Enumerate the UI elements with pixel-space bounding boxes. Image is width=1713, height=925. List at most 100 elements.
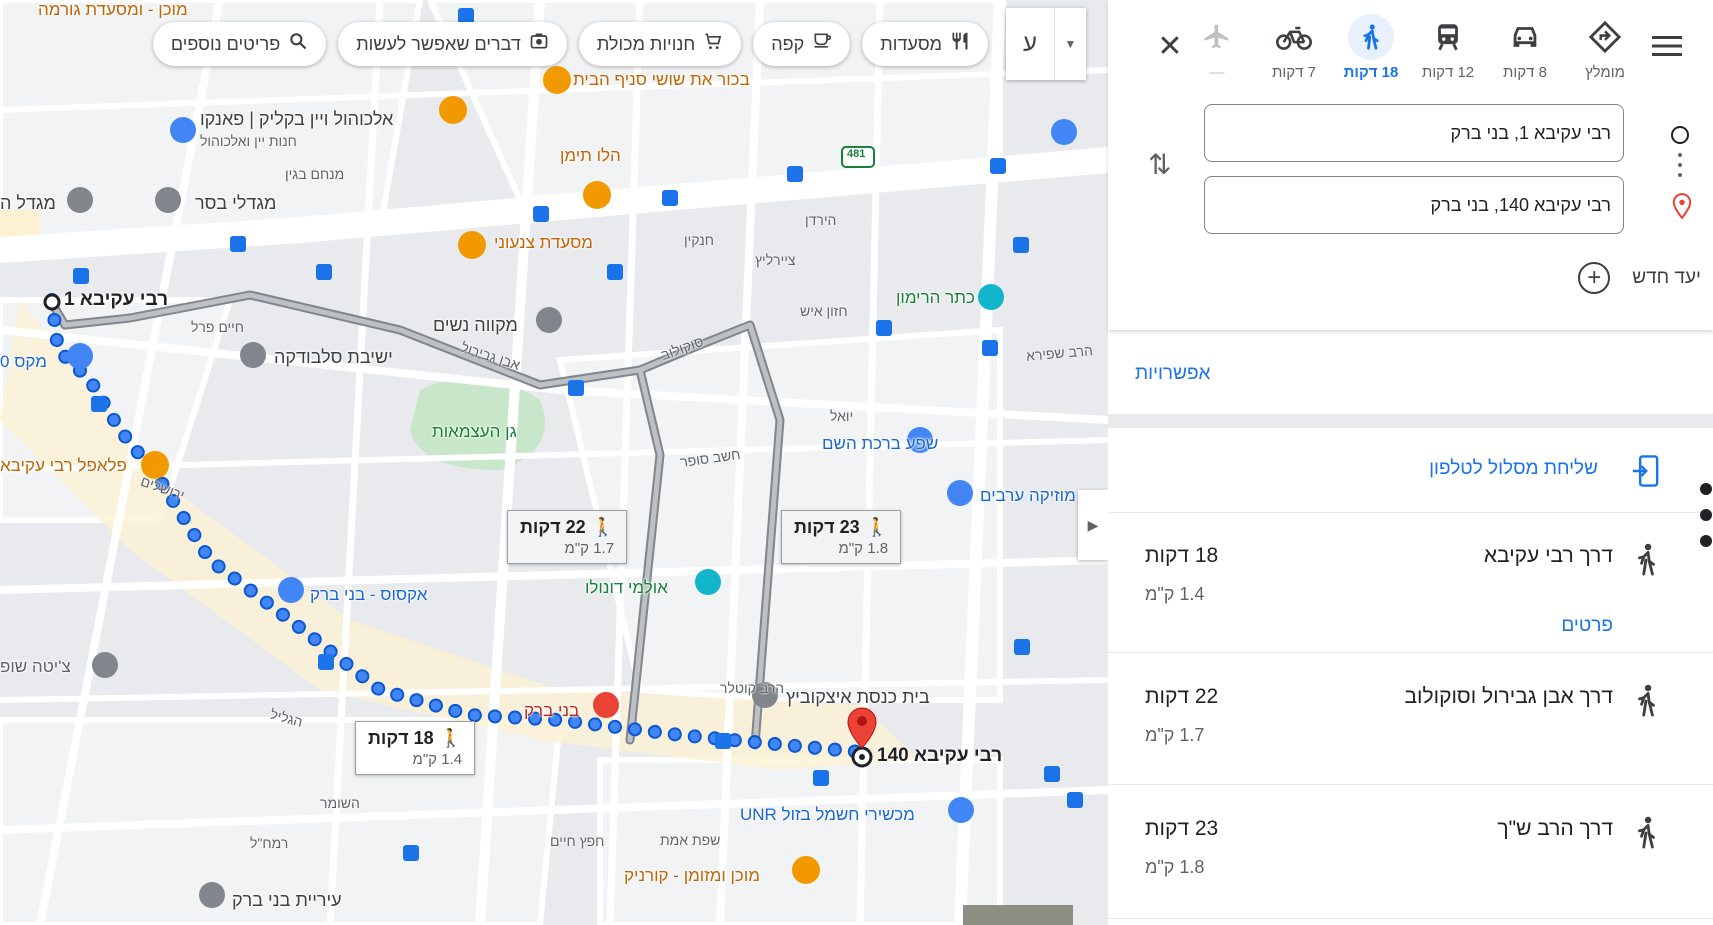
mode-transit[interactable]: 12 דקות — [1413, 14, 1483, 81]
category-chips: מסעדות קפה חנויות מכולת דברים שאפשר לעשו… — [152, 22, 988, 66]
section-divider — [1108, 414, 1713, 428]
route-distance: 1.4 ק"מ — [1145, 584, 1205, 604]
route-duration: 18 דקות — [1145, 544, 1219, 567]
map-canvas[interactable]: מוכן - ומסעדת גורמה בכור את שושי סניף הב… — [0, 0, 1108, 925]
route-box-alt-2[interactable]: 🚶 23 דקות 1.8 ק"מ — [781, 510, 902, 564]
mode-label: 8 דקות — [1503, 64, 1547, 81]
street-label: השומר — [320, 795, 360, 811]
route-box-alt-1[interactable]: 🚶 22 דקות 1.7 ק"מ — [507, 510, 628, 564]
street-label: רמח"ל — [250, 835, 289, 851]
walk-icon: 🚶 — [439, 728, 463, 748]
poi-label[interactable]: בני ברק — [524, 701, 579, 721]
destination-input[interactable] — [1204, 176, 1624, 234]
mode-label: 7 דקות — [1272, 64, 1316, 81]
mode-label: — — [1209, 64, 1225, 81]
route-option[interactable]: דרך הרב ש"ך 23 דקות 1.8 ק"מ — [1108, 785, 1713, 919]
search-icon — [288, 31, 308, 57]
poi-label[interactable]: אלכוהול ויין בקליק | פאנקו — [200, 109, 393, 130]
chip-coffee[interactable]: קפה — [753, 22, 851, 66]
poi-label[interactable]: מקס 0 — [0, 352, 47, 372]
poi-label[interactable]: מקווה נשים — [433, 315, 518, 336]
chip-label: קפה — [771, 33, 805, 54]
send-to-phone-icon — [1630, 454, 1660, 493]
street-label: חנקין — [684, 232, 714, 248]
poi-label[interactable]: הלו תימן — [560, 146, 621, 166]
add-destination-label: יעד חדש — [1632, 267, 1701, 288]
plus-icon: + — [1578, 262, 1611, 294]
street-label: חפץ חיים — [550, 833, 605, 849]
poi-label[interactable]: אקסוס - בני ברק — [310, 585, 427, 605]
directions-panel: מומלץ 8 דקות 12 דקות 18 דקות 7 דקות — ✕ … — [1108, 0, 1713, 925]
coffee-icon — [812, 31, 832, 57]
directions-icon — [1582, 14, 1628, 60]
train-icon — [1425, 14, 1471, 60]
route-duration: 22 דקות — [1145, 685, 1219, 708]
close-directions-button[interactable]: ✕ — [1148, 24, 1192, 68]
mode-walk[interactable]: 18 דקות — [1336, 14, 1406, 81]
route-option[interactable]: דרך אבן גבירול וסוקולוב 22 דקות 1.7 ק"מ — [1108, 653, 1713, 785]
origin-label: רבי עקיבא 1 — [64, 289, 169, 310]
swap-directions-icon[interactable]: ⇅ — [1148, 148, 1171, 181]
route-box-primary[interactable]: 🚶 18 דקות 1.4 ק"מ — [355, 721, 476, 775]
poi-label[interactable]: פלאפל רבי עקיבא — [0, 456, 127, 476]
more-options-icon[interactable] — [1700, 483, 1712, 561]
chip-label: חנויות מכולת — [596, 33, 696, 54]
mode-car[interactable]: 8 דקות — [1490, 14, 1560, 81]
poi-label[interactable]: מוכן ומזומן - קורניק — [624, 866, 760, 886]
origin-input[interactable] — [1204, 104, 1624, 162]
park-label[interactable]: גן העצמאות — [432, 422, 517, 442]
poi-label[interactable]: עיריית בני ברק — [232, 890, 342, 911]
menu-button[interactable] — [1647, 26, 1687, 66]
poi-label[interactable]: מכשירי חשמל בזול UNR — [740, 805, 915, 825]
poi-label[interactable]: מגדל ה — [0, 193, 56, 214]
chip-grocery[interactable]: חנויות מכולת — [578, 22, 742, 66]
chip-things-to-do[interactable]: דברים שאפשר לעשות — [338, 22, 567, 66]
chip-label: דברים שאפשר לעשות — [356, 33, 521, 54]
poi-label[interactable]: מגדלי בסר — [195, 193, 276, 214]
car-icon — [1502, 14, 1548, 60]
cart-icon — [703, 31, 723, 57]
chip-more[interactable]: פריטים נוספים — [152, 22, 327, 66]
add-destination-button[interactable]: + יעד חדש — [1578, 262, 1701, 294]
route-distance: 1.8 ק"מ — [1145, 857, 1205, 877]
close-icon: ✕ — [1157, 29, 1183, 63]
route-option[interactable]: דרך רבי עקיבא 18 דקות 1.4 ק"מ פרטים — [1108, 512, 1713, 653]
map-base — [0, 0, 1108, 925]
flight-icon — [1194, 14, 1240, 60]
poi-label[interactable]: בכור את שושי סניף הבית — [573, 70, 750, 90]
poi-label[interactable]: אולמי דונולו — [585, 578, 668, 598]
route-via: דרך אבן גבירול וסוקולוב — [1404, 685, 1613, 708]
poi-label[interactable]: מסעדת צנעוני — [494, 233, 593, 253]
poi-label[interactable]: מוכן - ומסעדת גורמה — [38, 0, 188, 20]
collapse-panel-button[interactable]: ▶ — [1078, 490, 1108, 560]
mode-best[interactable]: מומלץ — [1570, 14, 1640, 81]
mode-flight[interactable]: — — [1182, 14, 1252, 81]
route-box-distance: 1.4 ק"מ — [412, 751, 463, 768]
poi-label[interactable]: כתר הרימון — [896, 288, 975, 308]
walk-icon — [1348, 14, 1394, 60]
options-link[interactable]: אפשרויות — [1135, 363, 1210, 385]
route-details-link[interactable]: פרטים — [1561, 615, 1613, 637]
street-label: חיים פרל — [191, 319, 245, 335]
menu-icon — [1652, 36, 1682, 56]
poi-label[interactable]: בית כנסת איצקוביץ — [786, 687, 930, 708]
route-via: דרך רבי עקיבא — [1483, 544, 1613, 567]
walk-icon: 🚶 — [865, 517, 889, 537]
poi-label[interactable]: שפע ברכת השם — [822, 434, 938, 454]
mode-label: 12 דקות — [1421, 64, 1475, 81]
walk-icon — [1634, 815, 1660, 856]
poi-sublabel: חנות יין ואלכוהול — [200, 133, 297, 149]
language-selector[interactable]: ע ▼ — [1006, 8, 1086, 80]
camera-icon — [529, 31, 549, 57]
chip-restaurants[interactable]: מסעדות — [862, 22, 988, 66]
street-label: הרב קוטלר — [720, 680, 785, 696]
poi-label[interactable]: צ'יטה שופ — [0, 657, 71, 677]
route-distance: 1.7 ק"מ — [1145, 725, 1205, 745]
mode-bike[interactable]: 7 דקות — [1259, 14, 1329, 81]
route-via: דרך הרב ש"ך — [1497, 817, 1613, 840]
send-to-phone-row[interactable]: שליחת מסלול לטלפון — [1108, 428, 1713, 513]
poi-label[interactable]: ישיבת סלבודקה — [274, 347, 393, 368]
poi-label[interactable]: מוזיקה ערבים — [980, 486, 1076, 506]
route-box-duration: 22 דקות — [520, 517, 586, 537]
street-label: ציירליץ — [755, 252, 796, 268]
